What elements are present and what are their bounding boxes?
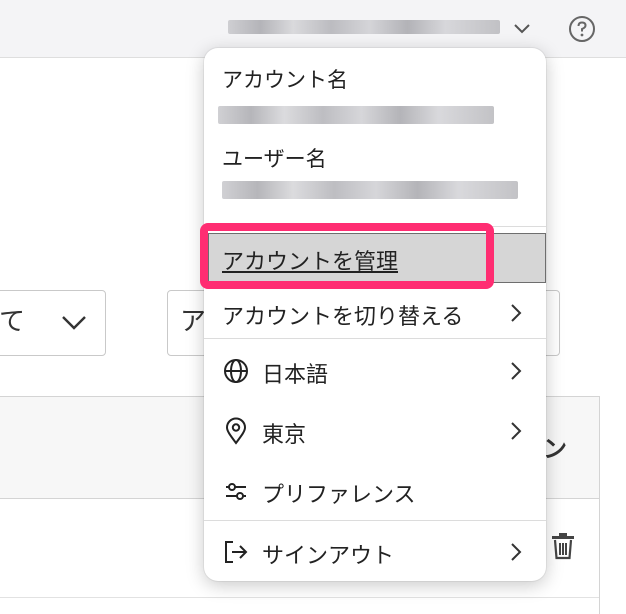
select-right-value: ア	[180, 307, 207, 337]
sign-out-label: サインアウト	[262, 544, 395, 569]
manage-account-item[interactable]: アカウントを管理	[204, 233, 546, 283]
row-divider	[0, 597, 599, 598]
account-name-label: アカウント名	[222, 68, 348, 92]
trash-icon[interactable]	[550, 532, 576, 560]
account-dropdown-menu: アカウント名 ユーザー名 アカウントを管理 アカウントを切り替える 日本語 東京	[204, 48, 546, 581]
manage-account-label: アカウントを管理	[222, 250, 399, 275]
chevron-down-icon	[514, 24, 530, 34]
globe-icon	[224, 359, 248, 383]
sign-out-icon	[225, 541, 248, 563]
menu-divider	[204, 226, 546, 227]
chevron-down-icon	[62, 316, 86, 330]
select-left-value: て	[0, 307, 26, 337]
chevron-right-icon	[511, 304, 522, 322]
question-circle-icon[interactable]	[568, 15, 596, 43]
switch-account-label: アカウントを切り替える	[222, 305, 464, 330]
region-item[interactable]: 東京	[204, 406, 546, 456]
redacted-account-name	[218, 106, 494, 124]
sign-out-item[interactable]: サインアウト	[204, 527, 546, 577]
preferences-label: プリファレンス	[262, 483, 416, 508]
account-menu-trigger[interactable]	[222, 12, 542, 44]
chevron-right-icon	[511, 543, 522, 561]
switch-account-item[interactable]: アカウントを切り替える	[204, 288, 546, 338]
language-label: 日本語	[262, 363, 329, 388]
chevron-right-icon	[511, 422, 522, 440]
preferences-item[interactable]: プリファレンス	[204, 466, 546, 516]
menu-divider	[204, 338, 546, 339]
region-label: 東京	[262, 423, 307, 448]
sliders-icon	[226, 483, 246, 500]
location-pin-icon	[225, 417, 247, 445]
user-name-label: ユーザー名	[222, 147, 327, 171]
redacted-user-name	[222, 181, 518, 199]
redacted-account-id	[228, 20, 500, 34]
table-header-cell: ン	[543, 435, 567, 463]
chevron-right-icon	[511, 362, 522, 380]
language-item[interactable]: 日本語	[204, 346, 546, 396]
filter-select-left[interactable]: て	[0, 290, 106, 356]
menu-divider	[204, 520, 546, 521]
